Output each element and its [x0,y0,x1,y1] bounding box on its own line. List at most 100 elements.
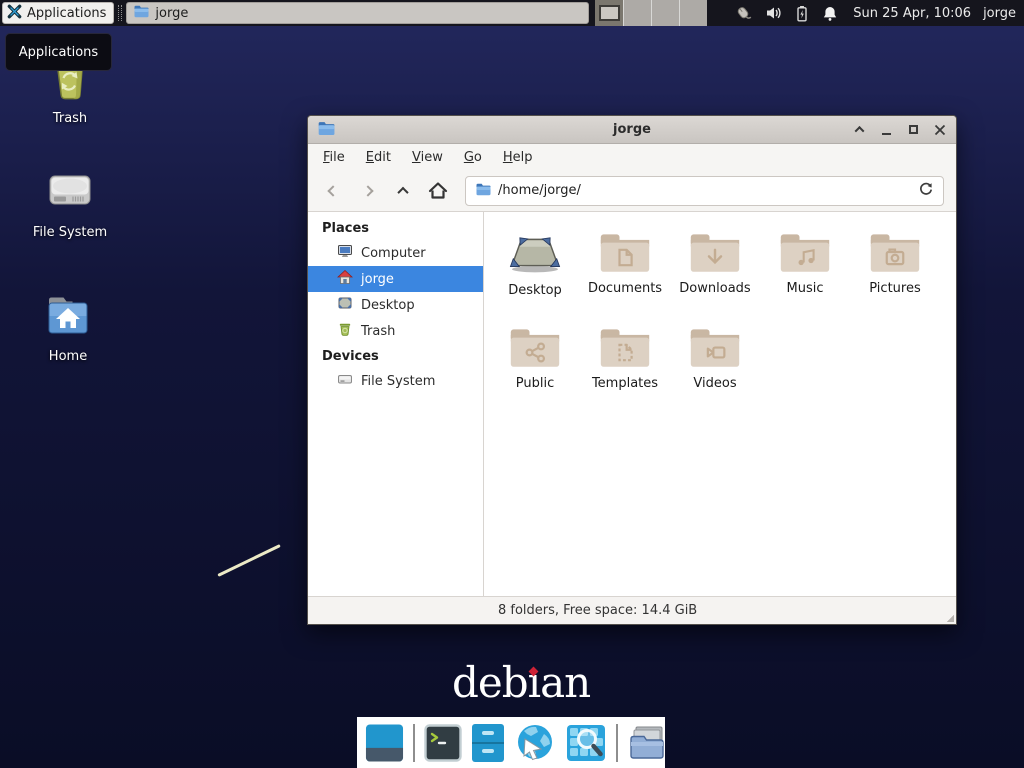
downloads-folder-icon [688,230,742,278]
workspace-window-miniature [599,5,620,21]
logo-text: deb [452,658,528,707]
status-bar: 8 folders, Free space: 14.4 GiB [308,596,956,624]
dock-separator [413,724,415,762]
file-manager-window: jorge File Edit View Go Help [307,115,957,625]
sidebar-item-trash[interactable]: Trash [308,318,483,344]
dock [357,717,665,768]
panel-clock[interactable]: Sun 25 Apr, 10:06 [853,6,971,21]
forward-button[interactable] [355,178,381,204]
logo-dotless-i: ı [528,658,540,707]
taskbar-window-title: jorge [155,6,188,21]
documents-folder-icon [598,230,652,278]
folder-launcher[interactable] [627,723,669,763]
back-button[interactable] [320,178,346,204]
desktop-special-icon [506,230,564,280]
desktop-icon-filesystem[interactable]: File System [10,166,130,240]
folder-item-music[interactable]: Music [760,224,850,319]
sidebar-item-jorge[interactable]: jorge [308,266,483,292]
folder-item-templates[interactable]: Templates [580,319,670,414]
sidebar-item-label: File System [361,374,435,389]
window-body: Places Computer [308,212,956,596]
desktop-icon-label: Trash [53,111,87,126]
terminal-launcher[interactable] [424,724,462,762]
workspace-switcher[interactable] [595,0,707,26]
minimize-button[interactable] [879,123,893,137]
folder-item-desktop[interactable]: Desktop [490,224,580,319]
sidebar-item-label: Desktop [361,298,415,313]
menu-bar: File Edit View Go Help [308,144,956,170]
desktop-mini-icon [337,295,353,315]
system-tray [734,5,838,22]
home-icon [337,269,353,289]
top-panel: Applications jorge [0,0,1024,26]
public-folder-icon [508,325,562,373]
workspace-4[interactable] [679,0,707,26]
logo-text: an [540,658,590,707]
file-cabinet-launcher[interactable] [471,723,505,763]
folder-item-videos[interactable]: Videos [670,319,760,414]
show-desktop-launcher[interactable] [365,723,404,763]
folder-item-documents[interactable]: Documents [580,224,670,319]
menu-file[interactable]: File [323,150,345,165]
close-button[interactable] [933,123,947,137]
sidebar: Places Computer [308,212,484,596]
workspace-3[interactable] [651,0,679,26]
maximize-button[interactable] [906,123,920,137]
app-finder-launcher[interactable] [565,723,607,763]
file-view[interactable]: Desktop Docume [484,212,956,596]
location-path-text[interactable]: /home/jorge/ [498,183,581,198]
sidebar-item-filesystem[interactable]: File System [308,368,483,394]
folder-label: Downloads [679,281,750,296]
web-browser-launcher[interactable] [514,722,556,764]
folder-label: Documents [588,281,662,296]
folder-item-public[interactable]: Public [490,319,580,414]
menu-edit[interactable]: Edit [366,150,391,165]
menu-go[interactable]: Go [464,150,482,165]
desktop-icon-label: File System [33,225,107,240]
pictures-folder-icon [868,230,922,278]
battery-icon[interactable] [795,5,809,22]
drive-mini-icon [337,371,353,391]
workspace-1-active[interactable] [595,0,623,26]
location-bar[interactable]: /home/jorge/ [465,176,944,206]
applications-menu-label: Applications [27,6,106,21]
menu-view[interactable]: View [412,150,443,165]
shade-button[interactable] [852,123,866,137]
workspace-2[interactable] [623,0,651,26]
dock-separator [616,724,618,762]
folder-item-downloads[interactable]: Downloads [670,224,760,319]
sidebar-item-label: jorge [361,272,394,287]
window-controls [852,123,947,137]
window-title: jorge [613,122,651,137]
path-folder-icon [475,182,491,200]
sidebar-devices-header: Devices [308,344,483,368]
applications-menu-button[interactable]: Applications [2,2,114,24]
applications-x-icon [7,4,22,23]
folder-item-pictures[interactable]: Pictures [850,224,940,319]
volume-icon[interactable] [765,5,782,21]
toolbar: /home/jorge/ [308,170,956,212]
sidebar-places-header: Places [308,216,483,240]
panel-grip[interactable] [118,5,122,21]
home-button[interactable] [425,178,451,204]
folder-label: Pictures [869,281,920,296]
notification-bell-icon[interactable] [822,5,838,22]
reload-icon[interactable] [918,181,934,201]
desktop-icon-label: Home [49,349,87,364]
resize-grip[interactable] [946,614,954,622]
menu-help[interactable]: Help [503,150,533,165]
folder-grid: Desktop Docume [490,224,956,414]
taskbar-window-button[interactable]: jorge [126,2,589,24]
panel-username[interactable]: jorge [983,6,1016,21]
window-titlebar[interactable]: jorge [308,116,956,144]
tooltip-text: Applications [19,45,98,60]
desktop-icon-home[interactable]: Home [8,290,128,364]
folder-label: Public [516,376,554,391]
hard-drive-icon [45,166,95,220]
sidebar-item-desktop[interactable]: Desktop [308,292,483,318]
up-button[interactable] [390,178,416,204]
trash-mini-icon [337,321,353,341]
sidebar-item-computer[interactable]: Computer [308,240,483,266]
mouse-settings-icon[interactable] [734,5,752,22]
computer-icon [337,243,353,263]
